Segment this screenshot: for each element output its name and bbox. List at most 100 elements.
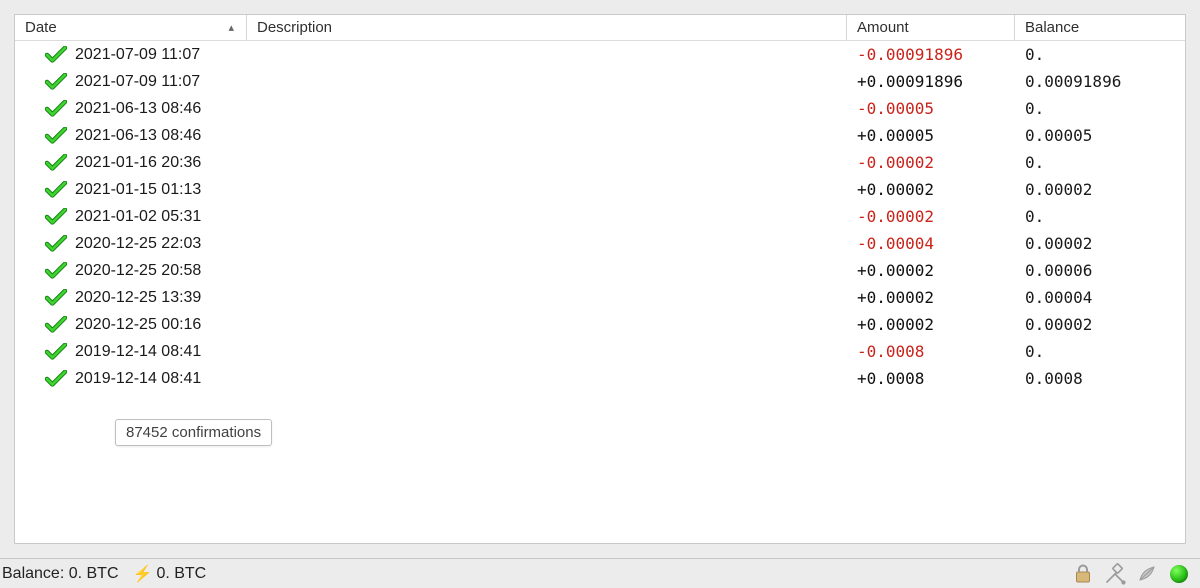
cell-amount: +0.00091896 [847,72,1015,91]
table-row[interactable]: 2020-12-25 22:03-0.000040.00002 [15,230,1185,257]
table-row[interactable]: 2021-01-16 20:36 -0.000020. [15,149,1185,176]
table-row[interactable]: 2021-07-09 11:07 +0.000918960.00091896 [15,68,1185,95]
date-text: 2019-12-14 08:41 [75,343,201,361]
cell-amount: -0.0008 [847,342,1015,361]
cell-balance: 0.00002 [1015,180,1185,199]
cell-date: 2020-12-25 00:16 [15,316,247,334]
date-text: 2021-01-15 01:13 [75,181,201,199]
cell-date: 2021-06-13 08:46 [15,127,247,145]
cell-balance: 0. [1015,342,1185,361]
table-row[interactable]: 2021-07-09 11:07 -0.000918960. [15,41,1185,68]
confirmed-check-icon [45,127,67,145]
cell-balance: 0. [1015,153,1185,172]
confirmed-check-icon [45,289,67,307]
cell-balance: 0. [1015,45,1185,64]
table-row[interactable]: 2019-12-14 08:41 +0.00080.0008 [15,365,1185,392]
cell-balance: 0.00002 [1015,234,1185,253]
confirmed-check-icon [45,154,67,172]
date-text: 2019-12-14 08:41 [75,370,201,388]
history-table: Date ▴ Description Amount Balance 2021-0… [14,14,1186,544]
table-row[interactable]: 2021-06-13 08:46 -0.000050. [15,95,1185,122]
confirmed-check-icon [45,343,67,361]
column-header-description-label: Description [257,19,332,36]
table-row[interactable]: 2021-01-02 05:31 -0.000020. [15,203,1185,230]
confirmed-check-icon [45,262,67,280]
table-row[interactable]: 2020-12-25 13:39 +0.000020.00004 [15,284,1185,311]
cell-date: 2021-01-02 05:31 [15,208,247,226]
date-text: 2021-01-02 05:31 [75,208,201,226]
cell-date: 2020-12-25 13:39 [15,289,247,307]
cell-balance: 0.00004 [1015,288,1185,307]
date-text: 2020-12-25 13:39 [75,289,201,307]
cell-amount: -0.00002 [847,153,1015,172]
column-header-balance[interactable]: Balance [1015,15,1185,40]
cell-amount: +0.00002 [847,315,1015,334]
table-body: 2021-07-09 11:07-0.000918960. 2021-07-09… [15,41,1185,543]
confirmed-check-icon [45,181,67,199]
table-row[interactable]: 2021-01-15 01:13 +0.000020.00002 [15,176,1185,203]
balance-label: Balance: 0. BTC [2,565,119,583]
status-bar-tools [1072,563,1190,585]
column-header-amount[interactable]: Amount [847,15,1015,40]
lightning-value: 0. BTC [156,565,206,583]
cell-date: 2021-01-15 01:13 [15,181,247,199]
date-text: 2021-06-13 08:46 [75,100,201,118]
cell-date: 2021-06-13 08:46 [15,100,247,118]
cell-date: 2020-12-25 20:58 [15,262,247,280]
cell-date: 2019-12-14 08:41 [15,343,247,361]
column-header-description[interactable]: Description [247,15,847,40]
column-header-balance-label: Balance [1025,19,1079,36]
seed-icon[interactable] [1136,563,1158,585]
lightning-icon: ⚡ [133,564,153,584]
cell-balance: 0.00091896 [1015,72,1185,91]
confirmations-tooltip-text: 87452 confirmations [126,424,261,441]
balance-value: 0. BTC [69,565,119,582]
date-text: 2021-01-16 20:36 [75,154,201,172]
date-text: 2020-12-25 00:16 [75,316,201,334]
cell-balance: 0.00002 [1015,315,1185,334]
table-row[interactable]: 2019-12-14 08:41 -0.00080. [15,338,1185,365]
cell-balance: 0.00006 [1015,261,1185,280]
lock-icon[interactable] [1072,563,1094,585]
cell-amount: +0.00002 [847,261,1015,280]
confirmed-check-icon [45,235,67,253]
confirmations-tooltip: 87452 confirmations [115,419,272,446]
table-row[interactable]: 2021-06-13 08:46 +0.000050.00005 [15,122,1185,149]
date-text: 2020-12-25 20:58 [75,262,201,280]
confirmed-check-icon [45,208,67,226]
date-text: 2021-07-09 11:07 [75,73,200,91]
confirmed-check-icon [45,100,67,118]
date-text: 2021-07-09 11:07 [75,46,200,64]
cell-amount: +0.0008 [847,369,1015,388]
cell-amount: +0.00002 [847,288,1015,307]
cell-date: 2021-07-09 11:07 [15,46,247,64]
cell-date: 2021-01-16 20:36 [15,154,247,172]
cell-amount: -0.00091896 [847,45,1015,64]
cell-balance: 0. [1015,99,1185,118]
confirmed-check-icon [45,46,67,64]
cell-amount: +0.00002 [847,180,1015,199]
confirmed-check-icon [45,73,67,91]
date-text: 2021-06-13 08:46 [75,127,201,145]
cell-amount: +0.00005 [847,126,1015,145]
cell-balance: 0.0008 [1015,369,1185,388]
date-text: 2020-12-25 22:03 [75,235,201,253]
cell-balance: 0.00005 [1015,126,1185,145]
table-row[interactable]: 2020-12-25 00:16 +0.000020.00002 [15,311,1185,338]
cell-date: 2020-12-25 22:03 [15,235,247,253]
column-header-date[interactable]: Date ▴ [15,15,247,40]
column-header-date-label: Date [25,19,57,36]
sort-indicator-asc-icon: ▴ [228,21,234,34]
network-status-led[interactable] [1168,563,1190,585]
cell-date: 2021-07-09 11:07 [15,73,247,91]
status-bar: Balance: 0. BTC ⚡ 0. BTC [0,558,1200,588]
column-header-amount-label: Amount [857,19,909,36]
confirmed-check-icon [45,316,67,334]
cell-balance: 0. [1015,207,1185,226]
table-header-row: Date ▴ Description Amount Balance [15,15,1185,41]
cell-date: 2019-12-14 08:41 [15,370,247,388]
preferences-icon[interactable] [1104,563,1126,585]
table-row[interactable]: 2020-12-25 20:58 +0.000020.00006 [15,257,1185,284]
cell-amount: -0.00002 [847,207,1015,226]
cell-amount: -0.00005 [847,99,1015,118]
